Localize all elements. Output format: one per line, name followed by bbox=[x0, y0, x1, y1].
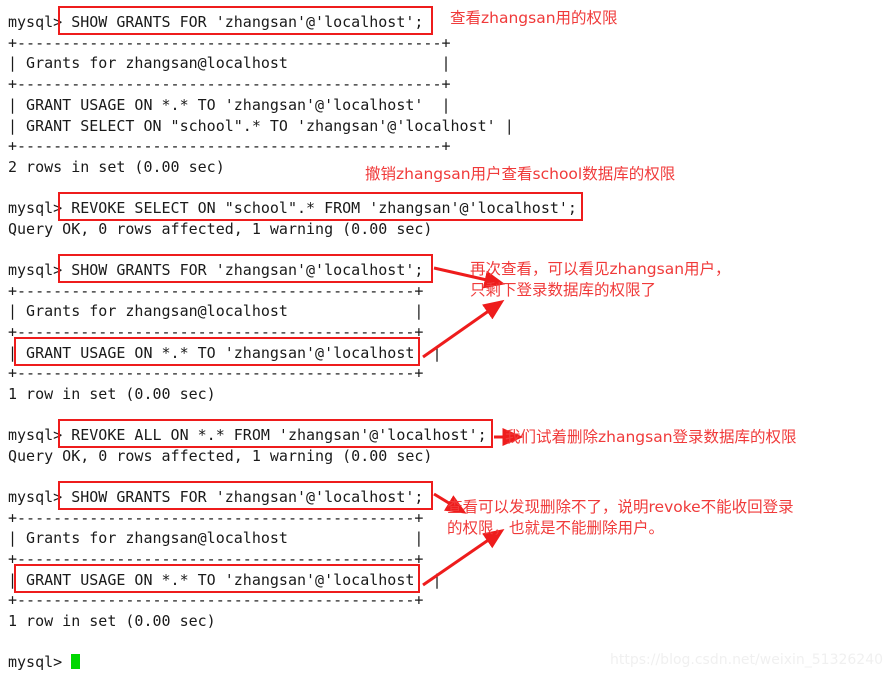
box-grant-usage-2 bbox=[14, 564, 420, 593]
note-revoke-all: 我们试着删除zhangsan登录数据库的权限 bbox=[505, 428, 797, 446]
terminal-line: | Grants for zhangsan@localhost | bbox=[8, 302, 424, 320]
terminal-line: +---------------------------------------… bbox=[8, 75, 451, 93]
terminal-line: +---------------------------------------… bbox=[8, 282, 424, 300]
watermark: https://blog.csdn.net/weixin_51326240 bbox=[610, 652, 884, 668]
terminal-prompt-line: mysql> bbox=[8, 652, 81, 673]
terminal-line: | GRANT SELECT ON "school".* TO 'zhangsa… bbox=[8, 117, 514, 135]
box-grant-usage-1 bbox=[14, 337, 420, 366]
box-show-grants-2 bbox=[58, 254, 433, 283]
terminal-line: Query OK, 0 rows affected, 1 warning (0.… bbox=[8, 447, 433, 465]
terminal-cursor bbox=[71, 654, 81, 669]
terminal-line: 1 row in set (0.00 sec) bbox=[8, 385, 216, 403]
note-revoke-select: 撤销zhangsan用户查看school数据库的权限 bbox=[365, 165, 676, 183]
terminal-line: +---------------------------------------… bbox=[8, 509, 424, 527]
terminal-line: 2 rows in set (0.00 sec) bbox=[8, 158, 225, 176]
box-show-grants-1 bbox=[58, 6, 433, 35]
terminal-line: +---------------------------------------… bbox=[8, 364, 424, 382]
mysql-terminal-window[interactable]: mysql> SHOW GRANTS FOR 'zhangsan'@'local… bbox=[0, 0, 887, 684]
box-revoke-all bbox=[58, 419, 493, 448]
box-revoke-select bbox=[58, 192, 583, 221]
terminal-line: +---------------------------------------… bbox=[8, 137, 451, 155]
terminal-line: Query OK, 0 rows affected, 1 warning (0.… bbox=[8, 220, 433, 238]
terminal-line: | Grants for zhangsan@localhost | bbox=[8, 54, 451, 72]
note-view-again: 再次查看，可以看见zhangsan用户， 只剩下登录数据库的权限了 bbox=[470, 260, 731, 299]
terminal-line: +---------------------------------------… bbox=[8, 34, 451, 52]
box-show-grants-3 bbox=[58, 481, 433, 510]
note-view-grants: 查看zhangsan用的权限 bbox=[450, 9, 618, 27]
terminal-line: +---------------------------------------… bbox=[8, 591, 424, 609]
note-cannot-delete: 查看可以发现删除不了，说明revoke不能收回登录 的权限，也就是不能删除用户。 bbox=[447, 498, 794, 537]
prompt-text: mysql> bbox=[8, 653, 72, 671]
terminal-line: 1 row in set (0.00 sec) bbox=[8, 612, 216, 630]
terminal-line: | GRANT USAGE ON *.* TO 'zhangsan'@'loca… bbox=[8, 96, 451, 114]
terminal-line: | Grants for zhangsan@localhost | bbox=[8, 529, 424, 547]
